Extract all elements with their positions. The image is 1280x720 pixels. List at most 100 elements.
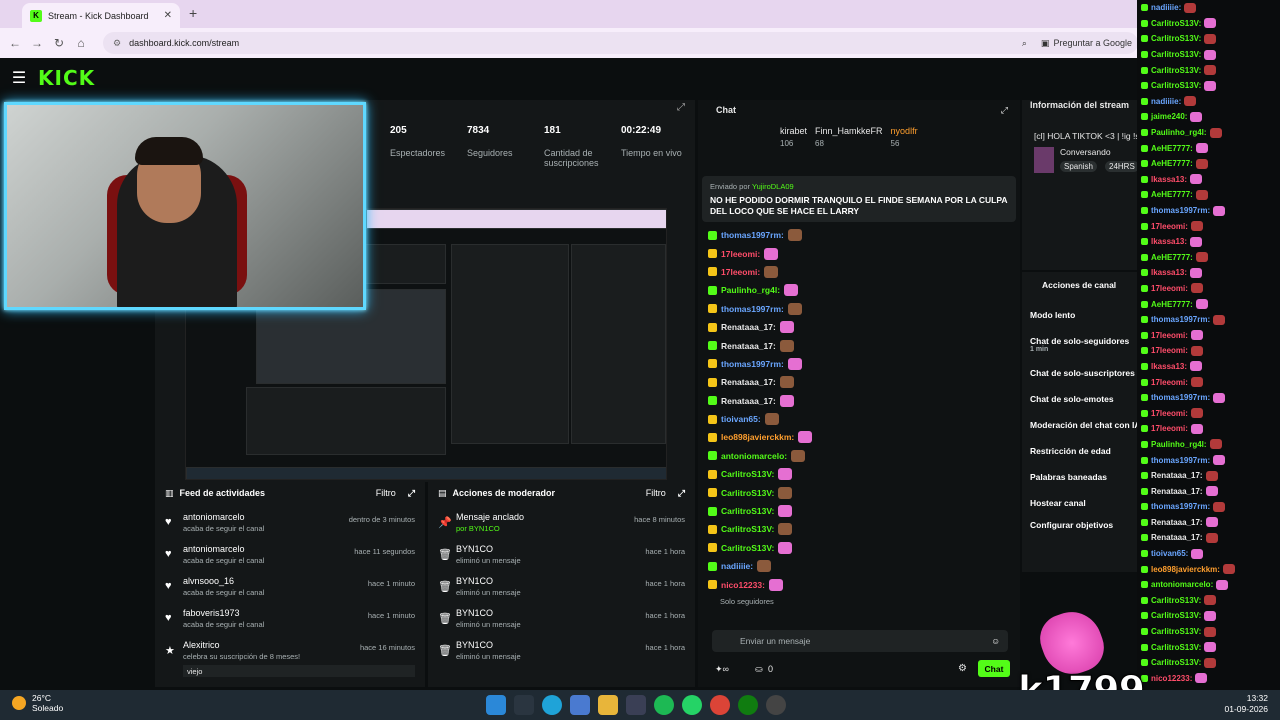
chat-badge-icon — [1141, 487, 1148, 495]
chat-username[interactable]: CarlitroS13V: — [721, 543, 774, 553]
chrome-icon[interactable] — [710, 695, 730, 715]
chat-username[interactable]: 17leeomi: — [721, 249, 760, 259]
mod-time: hace 1 hora — [645, 579, 685, 588]
search-icon[interactable] — [514, 695, 534, 715]
info-title: Información del stream — [1030, 100, 1130, 110]
reload-icon[interactable]: ↻ — [48, 36, 70, 50]
chat-username[interactable]: CarlitroS13V: — [721, 469, 774, 479]
chat-username[interactable]: tioivan65: — [721, 414, 761, 424]
action-emotes-only[interactable]: Chat de solo-emotes — [1030, 394, 1140, 420]
mod-filter-button[interactable]: Filtro — [646, 488, 666, 498]
new-tab-icon[interactable]: + — [189, 5, 197, 21]
chat-username[interactable]: thomas1997rm: — [721, 359, 784, 369]
chat-username[interactable]: Renataaa_17: — [721, 322, 776, 332]
url-bar[interactable]: ⚙ dashboard.kick.com/stream — [103, 32, 1138, 54]
site-info-icon[interactable]: ⚙ — [113, 38, 121, 49]
overlay-username: Renataaa_17: — [1151, 533, 1203, 543]
tag-24hrs[interactable]: 24HRS — [1105, 161, 1139, 172]
action-banned-words[interactable]: Palabras baneadas — [1030, 472, 1140, 498]
chat-username[interactable]: thomas1997rm: — [721, 230, 784, 240]
chat-username[interactable]: Renataaa_17: — [721, 377, 776, 387]
chat-badge-icon — [708, 451, 717, 461]
expand-feed-icon[interactable]: ⤢ — [408, 488, 415, 499]
home-icon[interactable]: ⌂ — [70, 36, 92, 50]
chat-username[interactable]: 17leeomi: — [721, 267, 760, 277]
action-slow-mode[interactable]: Modo lento — [1030, 310, 1140, 336]
system-clock[interactable]: 13:32 01-09-2026 — [1225, 693, 1268, 715]
chat-emote — [1204, 595, 1217, 606]
pinned-message[interactable]: Enviado por YujiroDLA09 NO HE PODIDO DOR… — [702, 176, 1016, 222]
chat-send-button[interactable]: Chat — [978, 660, 1010, 677]
close-tab-icon[interactable]: ✕ — [164, 10, 172, 21]
chat-username[interactable]: CarlitroS13V: — [721, 524, 774, 534]
chat-username[interactable]: antoniomarcelo: — [721, 451, 787, 461]
overlay-username: CarlitroS13V: — [1151, 81, 1202, 91]
store-icon[interactable] — [570, 695, 590, 715]
emoji-icon[interactable]: ☺ — [991, 636, 1000, 646]
spotify-icon[interactable] — [654, 695, 674, 715]
gift-icon[interactable]: ⛀ — [755, 664, 763, 675]
snip-icon[interactable] — [626, 695, 646, 715]
action-goals[interactable]: Configurar objetivos — [1030, 520, 1140, 546]
chat-leaderboard: kirabet 106 Finn_HamkkeFR 68 nyodlfr 56 — [780, 126, 918, 148]
tag-spanish[interactable]: Spanish — [1060, 161, 1097, 172]
chat-username[interactable]: Renataaa_17: — [721, 396, 776, 406]
overlay-username: CarlitroS13V: — [1151, 50, 1202, 60]
points-icon[interactable]: ✦∞ — [715, 664, 729, 675]
explorer-icon[interactable] — [598, 695, 618, 715]
leader-1[interactable]: kirabet 106 — [780, 126, 807, 148]
overlay-username: 17leeomi: — [1151, 377, 1188, 387]
chat-username[interactable]: Renataaa_17: — [721, 341, 776, 351]
kick-logo[interactable]: KICK — [38, 66, 95, 90]
feed-filter-button[interactable]: Filtro — [376, 488, 396, 498]
expand-mod-icon[interactable]: ⤢ — [678, 488, 685, 499]
expand-stream-icon[interactable]: ⤢ — [677, 102, 685, 113]
chat-username[interactable]: Paulinho_rg4l: — [721, 285, 780, 295]
chat-settings-icon[interactable]: ⚙ — [958, 663, 967, 674]
obs-icon[interactable] — [766, 695, 786, 715]
expand-chat-icon[interactable]: ⤢ — [1001, 105, 1008, 116]
feed-header: ▥ Feed de actividades Filtro ⤢ — [155, 482, 425, 504]
chat-username[interactable]: CarlitroS13V: — [721, 488, 774, 498]
overlay-username: CarlitroS13V: — [1151, 642, 1202, 652]
browser-tab[interactable]: K Stream - Kick Dashboard ✕ — [22, 3, 180, 28]
overlay-username: CarlitroS13V: — [1151, 595, 1202, 605]
ask-google-button[interactable]: ⌕ ▣ Preguntar a Google — [1022, 32, 1132, 54]
chat-badge-icon — [708, 304, 717, 314]
menu-icon[interactable]: ☰ — [0, 68, 38, 88]
action-followers-only[interactable]: Chat de solo-seguidores 1 min — [1030, 336, 1140, 368]
overlay-username: leo898javierckkm: — [1151, 564, 1220, 574]
chat-badge-icon — [1141, 222, 1148, 230]
chat-input[interactable]: Enviar un mensaje ☺ — [712, 630, 1008, 652]
leader-2[interactable]: Finn_HamkkeFR 68 — [815, 126, 883, 148]
leader-3[interactable]: nyodlfr 56 — [891, 126, 918, 148]
back-icon[interactable]: ← — [4, 36, 26, 50]
chat-username[interactable]: thomas1997rm: — [721, 304, 784, 314]
chat-badge-icon — [1141, 503, 1148, 511]
action-host-channel[interactable]: Hostear canal — [1030, 498, 1140, 520]
chat-username[interactable]: CarlitroS13V: — [721, 506, 774, 516]
action-subs-only[interactable]: Chat de solo-suscriptores — [1030, 368, 1140, 394]
chat-badge-icon — [1141, 518, 1148, 526]
chat-emote — [1204, 49, 1217, 60]
action-ai-moderation[interactable]: Moderación del chat con IA — [1030, 420, 1141, 446]
weather-widget[interactable]: 26°C Soleado — [12, 693, 63, 713]
stat-label: Cantidad de suscripciones — [544, 148, 599, 168]
edge-icon[interactable] — [542, 695, 562, 715]
chat-badge-icon — [1141, 129, 1148, 137]
xbox-icon[interactable] — [738, 695, 758, 715]
zoom-icon[interactable]: ⌕ — [1022, 38, 1027, 49]
windows-start-icon[interactable] — [486, 695, 506, 715]
chat-username[interactable]: nico12233: — [721, 580, 765, 590]
whatsapp-icon[interactable] — [682, 695, 702, 715]
chat-username[interactable]: nadiiiie: — [721, 561, 753, 571]
chat-emote — [1195, 143, 1208, 154]
chat-username[interactable]: leo898javierckkm: — [721, 432, 794, 442]
stream-category[interactable]: Conversando — [1060, 147, 1111, 157]
action-age-restriction[interactable]: Restricción de edad — [1030, 446, 1140, 472]
pinned-user[interactable]: YujiroDLA09 — [752, 182, 794, 191]
chat-badge-icon — [708, 341, 717, 351]
overlay-chat-message: thomas1997rm: — [1137, 312, 1280, 328]
forward-icon[interactable]: → — [26, 36, 48, 50]
chat-message: nadiiiie: — [708, 557, 1008, 575]
